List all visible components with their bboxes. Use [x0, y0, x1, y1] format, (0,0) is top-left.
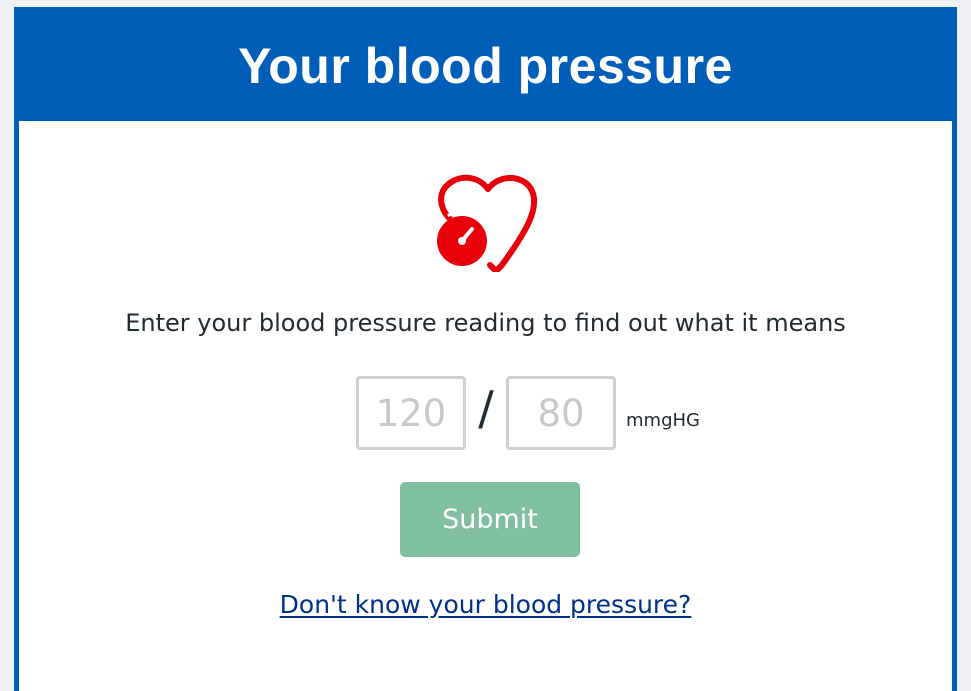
blood-pressure-widget: Your blood pressure Enter your blood pre…	[14, 7, 957, 691]
submit-button[interactable]: Submit	[400, 482, 580, 557]
systolic-input[interactable]	[356, 376, 466, 450]
instruction-text: Enter your blood pressure reading to fin…	[125, 309, 846, 337]
widget-header: Your blood pressure	[18, 11, 953, 121]
heart-pressure-gauge-icon	[431, 174, 538, 272]
dont-know-link[interactable]: Don't know your blood pressure?	[19, 590, 952, 619]
diastolic-input[interactable]	[506, 376, 616, 450]
unit-label: mmgHG	[626, 410, 700, 431]
reading-separator: /	[478, 381, 494, 435]
page-title: Your blood pressure	[238, 38, 733, 94]
